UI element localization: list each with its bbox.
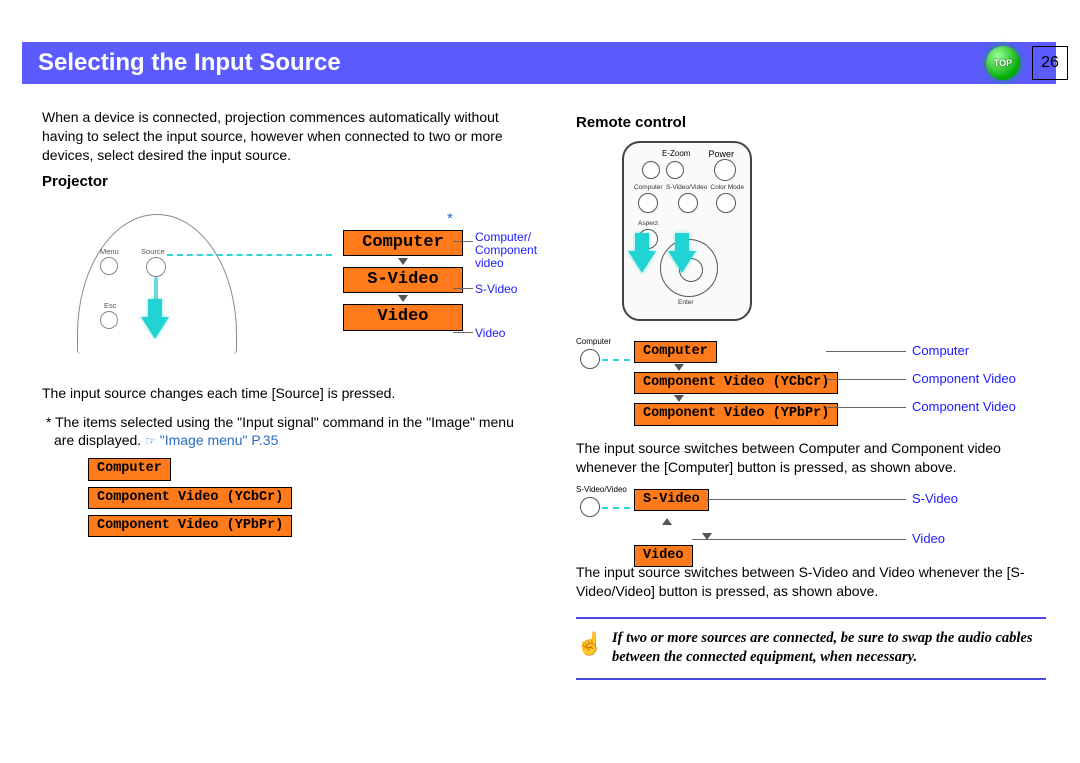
rlabel-video: Video [912,531,945,546]
connector-line [453,288,473,289]
aspect-btn-label: Aspect [638,220,658,227]
rlabel-cv2: Component Video [912,399,1016,414]
chip-video: Video [343,304,463,330]
chip-ypbpr: Component Video (YPbPr) [634,403,838,425]
computer-mini-button-icon [580,349,600,369]
menu-button-icon [100,257,118,275]
source-arrow-icon [141,317,169,339]
remote-heading: Remote control [576,114,1046,131]
projector-outline: Menu Source Esc [77,214,237,354]
chip-svideo: S-Video [343,267,463,293]
source-cycle-stack: Computer S-Video Video [333,230,473,331]
menu-label: Menu [100,247,119,256]
power-label: Power [708,149,734,159]
dashed-connector [167,254,332,256]
tag-computer: Computer [88,458,171,480]
down-arrow-icon [398,295,408,302]
right-column: Remote control E-Zoom Power Computer S-V… [576,108,1046,680]
svideo-mini-button-icon [580,497,600,517]
connector-line [453,332,473,333]
connector-line [826,351,906,352]
remote-outline: E-Zoom Power Computer S-Video/Video Colo… [622,141,752,321]
page-number: 26 [1032,46,1068,80]
page-title: Selecting the Input Source [38,49,341,77]
connector-line [826,379,906,380]
projector-diagram: Menu Source Esc * Computer S-Video Video… [77,200,534,370]
footnote-text: * The items selected using the "Input si… [46,413,534,451]
source-cycle-desc: The input source changes each time [Sour… [42,384,534,403]
computer-mini-label: Computer [576,337,611,346]
connector-line [453,241,473,242]
computer-btn-label: Computer [634,184,663,191]
computer-cycle-block: Computer Computer Component Video (YCbCr… [576,339,1046,427]
ezoom-minus-button-icon [642,161,660,179]
remote-diagram: E-Zoom Power Computer S-Video/Video Colo… [576,141,1046,325]
svideo-stack: S-Video Video [634,489,712,567]
down-arrow-icon [674,364,684,371]
hand-icon: ☝ [576,629,603,659]
note-text: If two or more sources are connected, be… [612,630,1033,666]
esc-label: Esc [104,301,117,310]
connector-line [706,499,906,500]
down-arrow-icon [674,395,684,402]
chip-ycbcr: Component Video (YCbCr) [634,372,838,394]
computer-button-icon [638,193,658,213]
footnote-star-icon: * [447,210,453,227]
chip-video: Video [634,545,693,567]
power-button-icon [714,159,736,181]
enter-btn-label: Enter [678,299,694,306]
top-nav-badge[interactable]: TOP [986,46,1020,80]
svideo-video-btn-label: S-Video/Video [666,184,707,191]
colormode-btn-label: Color Mode [710,184,744,191]
projector-heading: Projector [42,173,534,190]
down-arrow-icon [398,258,408,265]
tag-ypbpr: Component Video (YPbPr) [88,515,292,537]
ezoom-label: E-Zoom [662,149,690,158]
rlabel-svideo: S-Video [912,491,958,506]
esc-button-icon [100,311,118,329]
computer-arrow-icon [628,251,656,273]
chip-svideo: S-Video [634,489,709,511]
computer-cycle-desc: The input source switches between Comput… [576,439,1046,477]
label-video: Video [475,326,505,340]
chip-computer: Computer [343,230,463,256]
source-button-icon [146,257,166,277]
rlabel-computer: Computer [912,343,969,358]
audio-note: ☝ If two or more sources are connected, … [576,617,1046,680]
left-column: When a device is connected, projection c… [42,108,534,543]
svideo-cycle-desc: The input source switches between S-Vide… [576,563,1046,601]
svideo-cycle-block: S-Video/Video S-Video Video S-Video Vide… [576,487,1046,551]
dashed-connector [602,359,630,361]
chip-computer: Computer [634,341,717,363]
label-svideo: S-Video [475,282,517,296]
tag-ycbcr: Component Video (YCbCr) [88,487,292,509]
connector-line [826,407,906,408]
signal-options-list: Computer Component Video (YCbCr) Compone… [88,458,534,537]
ezoom-plus-button-icon [666,161,684,179]
colormode-button-icon [716,193,736,213]
label-computer-component: Computer/ Component video [475,231,537,271]
svideo-video-button-icon [678,193,698,213]
pointer-icon: ☞ [145,434,156,448]
source-label: Source [141,247,165,256]
computer-stack: Computer Component Video (YCbCr) Compone… [634,341,838,426]
svideo-mini-label: S-Video/Video [576,485,627,494]
rlabel-cv1: Component Video [912,371,1016,386]
connector-line [692,539,906,540]
page-header: Selecting the Input Source [22,42,1056,84]
dashed-connector [602,507,630,509]
image-menu-link[interactable]: "Image menu" P.35 [160,432,279,448]
intro-text: When a device is connected, projection c… [42,108,534,165]
svideo-arrow-icon [668,251,696,273]
